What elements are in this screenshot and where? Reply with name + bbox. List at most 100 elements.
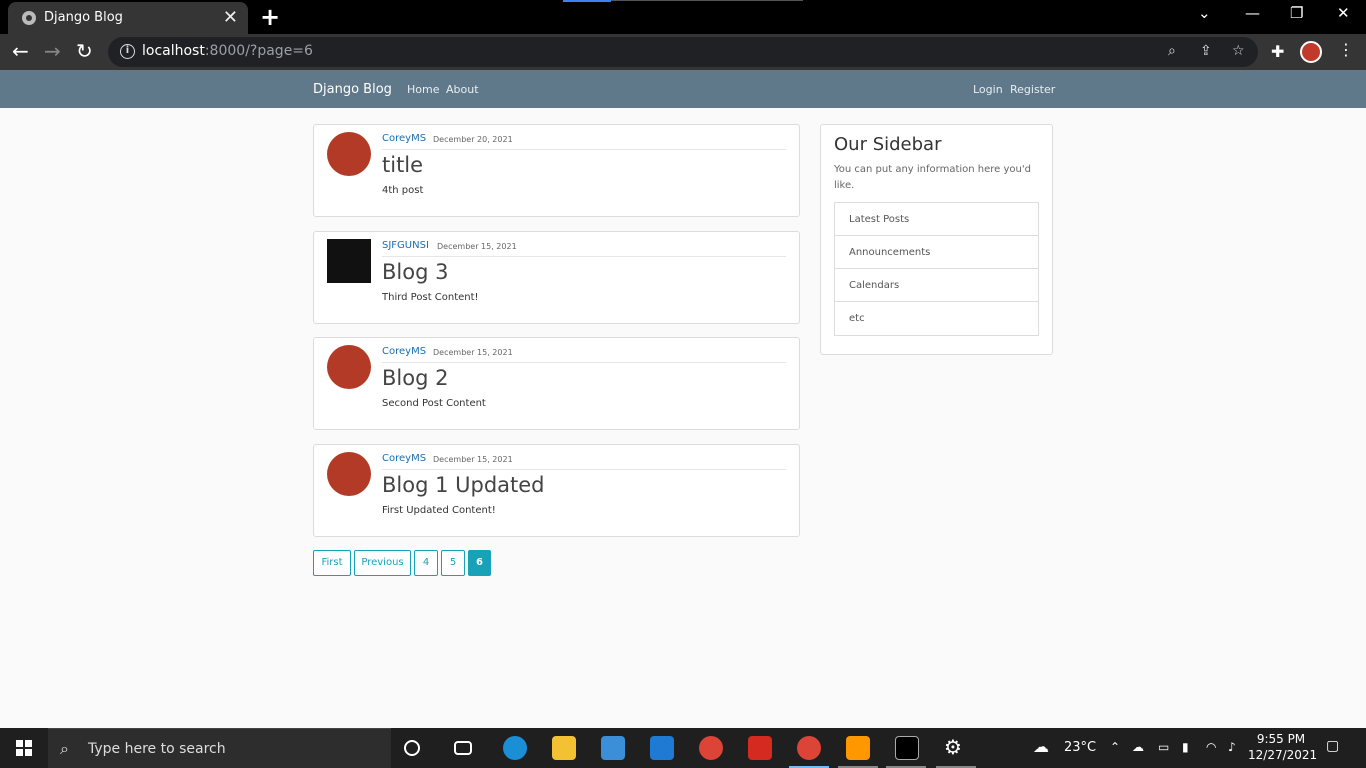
- show-hidden-icons[interactable]: ⌃: [1110, 740, 1120, 754]
- post-title[interactable]: Blog 1 Updated: [382, 473, 545, 497]
- page-first-button[interactable]: First: [313, 550, 351, 576]
- new-tab-button[interactable]: +: [260, 3, 280, 31]
- task-view-icon[interactable]: [454, 741, 472, 755]
- weather-icon[interactable]: ☁: [1033, 737, 1049, 756]
- tab-search-icon[interactable]: ⌄: [1198, 4, 1211, 22]
- nav-register-link[interactable]: Register: [1010, 83, 1055, 96]
- wifi-icon[interactable]: ◠: [1206, 740, 1216, 754]
- clock-time: 9:55 PM: [1256, 732, 1306, 746]
- windows-start-icon[interactable]: [16, 740, 32, 756]
- nav-login-link[interactable]: Login: [973, 83, 1003, 96]
- author-avatar: [327, 132, 371, 176]
- author-link[interactable]: SJFGUNSI: [382, 240, 429, 251]
- sidebar-item-latest-posts[interactable]: Latest Posts: [835, 203, 1038, 236]
- temperature[interactable]: 23°C: [1064, 740, 1096, 755]
- system-clock[interactable]: 9:55 PM 12/27/2021: [1248, 731, 1318, 763]
- more-menu-icon[interactable]: ⋮: [1338, 40, 1354, 59]
- volume-icon[interactable]: ♪: [1228, 740, 1236, 754]
- file-explorer-icon[interactable]: [552, 736, 576, 760]
- sidebar-title: Our Sidebar: [834, 134, 942, 155]
- edge-icon[interactable]: [503, 736, 527, 760]
- site-navbar: Django Blog Home About Login Register: [0, 70, 1366, 108]
- forward-icon[interactable]: →: [44, 39, 61, 63]
- sublime-text-icon[interactable]: [846, 736, 870, 760]
- battery-icon[interactable]: ▮: [1182, 740, 1189, 754]
- author-avatar: [327, 239, 371, 283]
- chrome-active-icon[interactable]: [797, 736, 821, 760]
- brand-link[interactable]: Django Blog: [313, 82, 392, 97]
- post-date: December 20, 2021: [433, 135, 513, 144]
- store-icon[interactable]: [601, 736, 625, 760]
- post-meta: CoreyMS December 15, 2021: [382, 346, 786, 363]
- page-4-button[interactable]: 4: [414, 550, 438, 576]
- close-window-button[interactable]: ✕: [1337, 4, 1350, 22]
- loading-indicator: [563, 0, 611, 2]
- zoom-icon[interactable]: ⌕: [1168, 43, 1176, 59]
- post-card: CoreyMS December 20, 2021 title 4th post: [313, 124, 800, 217]
- sidebar-text: You can put any information here you'd l…: [834, 164, 1031, 191]
- post-title[interactable]: Blog 2: [382, 366, 448, 390]
- page-5-button[interactable]: 5: [441, 550, 465, 576]
- onedrive-icon[interactable]: ☁: [1132, 740, 1144, 754]
- extensions-puzzle-icon[interactable]: ✚: [1271, 42, 1284, 61]
- share-icon[interactable]: ⇪: [1200, 43, 1212, 59]
- post-meta: CoreyMS December 15, 2021: [382, 453, 786, 470]
- profile-avatar[interactable]: [1300, 41, 1322, 63]
- restore-button[interactable]: ❐: [1290, 4, 1303, 22]
- address-bar[interactable]: i localhost:8000/?page=6 ⌕ ⇪ ☆: [108, 37, 1258, 67]
- post-date: December 15, 2021: [437, 242, 517, 251]
- browser-toolbar: ← → ↻ i localhost:8000/?page=6 ⌕ ⇪ ☆ ✚ ⋮: [0, 34, 1366, 70]
- reload-icon[interactable]: ↻: [76, 39, 93, 63]
- post-meta: CoreyMS December 20, 2021: [382, 133, 786, 150]
- bookmark-star-icon[interactable]: ☆: [1232, 43, 1245, 59]
- nav-home-link[interactable]: Home: [407, 83, 439, 96]
- divider: [611, 0, 803, 1]
- chrome-icon[interactable]: [699, 736, 723, 760]
- mail-icon[interactable]: [650, 736, 674, 760]
- info-icon[interactable]: i: [120, 44, 135, 59]
- cortana-icon[interactable]: [404, 740, 420, 756]
- wps-office-icon[interactable]: [748, 736, 772, 760]
- search-placeholder: Type here to search: [88, 741, 226, 757]
- close-tab-icon[interactable]: ✕: [223, 7, 238, 28]
- taskbar-search-box[interactable]: ⌕ Type here to search: [48, 728, 391, 768]
- author-link[interactable]: CoreyMS: [382, 453, 426, 464]
- author-avatar: [327, 452, 371, 496]
- globe-icon: [22, 11, 36, 25]
- page-previous-button[interactable]: Previous: [354, 550, 411, 576]
- settings-gear-icon[interactable]: ⚙: [944, 735, 962, 759]
- post-card: SJFGUNSI December 15, 2021 Blog 3 Third …: [313, 231, 800, 324]
- post-date: December 15, 2021: [433, 348, 513, 357]
- post-title[interactable]: title: [382, 153, 423, 177]
- browser-tab[interactable]: Django Blog ✕: [8, 2, 248, 34]
- meet-now-icon[interactable]: ▭: [1158, 740, 1169, 754]
- page-6-button[interactable]: 6: [468, 550, 491, 576]
- author-link[interactable]: CoreyMS: [382, 346, 426, 357]
- post-title[interactable]: Blog 3: [382, 260, 448, 284]
- search-icon: ⌕: [60, 739, 69, 758]
- back-icon[interactable]: ←: [12, 39, 29, 63]
- post-content: Third Post Content!: [382, 292, 479, 303]
- url-text[interactable]: localhost:8000/?page=6: [142, 43, 313, 59]
- tab-title: Django Blog: [44, 10, 123, 25]
- sidebar: Our Sidebar You can put any information …: [820, 124, 1053, 355]
- author-link[interactable]: CoreyMS: [382, 133, 426, 144]
- sidebar-item-calendars[interactable]: Calendars: [835, 269, 1038, 302]
- sidebar-list: Latest Posts Announcements Calendars etc: [834, 202, 1039, 336]
- post-meta: SJFGUNSI December 15, 2021: [382, 240, 786, 257]
- post-card: CoreyMS December 15, 2021 Blog 1 Updated…: [313, 444, 800, 537]
- sidebar-item-etc[interactable]: etc: [835, 302, 1038, 335]
- post-card: CoreyMS December 15, 2021 Blog 2 Second …: [313, 337, 800, 430]
- post-content: Second Post Content: [382, 398, 486, 409]
- clock-date: 12/27/2021: [1248, 748, 1318, 762]
- author-avatar: [327, 345, 371, 389]
- terminal-icon[interactable]: [895, 736, 919, 760]
- browser-tab-bar: Django Blog ✕ + ⌄ — ❐ ✕: [0, 0, 1366, 34]
- post-date: December 15, 2021: [433, 455, 513, 464]
- minimize-button[interactable]: —: [1245, 4, 1260, 22]
- sidebar-item-announcements[interactable]: Announcements: [835, 236, 1038, 269]
- windows-taskbar: ⌕ Type here to search ⚙ ☁ 23°C ⌃ ☁ ▭ ▮ ◠…: [0, 728, 1366, 768]
- nav-about-link[interactable]: About: [446, 83, 479, 96]
- notifications-icon[interactable]: ▢: [1326, 738, 1339, 754]
- post-content: First Updated Content!: [382, 505, 496, 516]
